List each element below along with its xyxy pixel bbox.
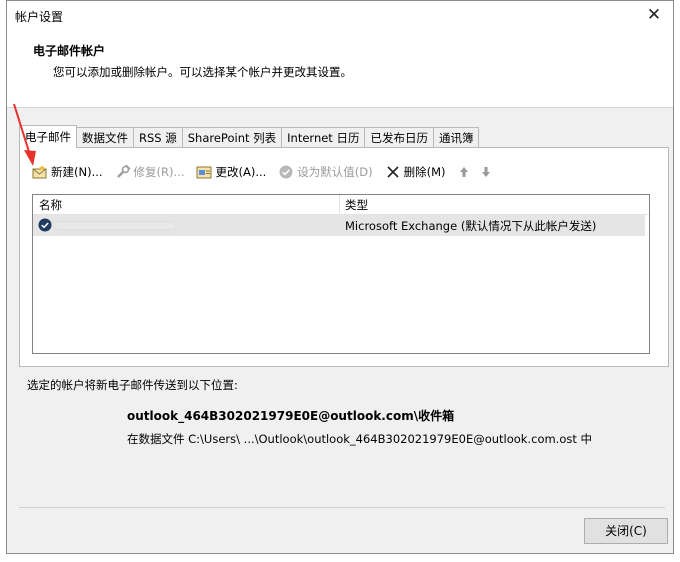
change-account-icon xyxy=(196,166,212,179)
tab-email[interactable]: 电子邮件 xyxy=(19,125,77,148)
column-header-name[interactable]: 名称 xyxy=(39,197,62,213)
redacted-account-name xyxy=(55,223,175,229)
account-list[interactable]: 名称 类型 Microsoft Exchange (默认情况下从此帐户发送) xyxy=(32,194,650,354)
check-circle-icon xyxy=(279,165,293,179)
tab-data-files[interactable]: 数据文件 xyxy=(76,127,134,148)
account-toolbar: 新建(N)... 修复(R)... 更改(A)... 设为默认值(D) 删除(M… xyxy=(32,162,502,182)
repair-button[interactable]: 修复(R)... xyxy=(115,164,185,180)
account-settings-dialog: 帐户设置 ✕ 电子邮件帐户 您可以添加或删除帐户。可以选择某个帐户并更改其设置。… xyxy=(6,0,674,554)
email-tab-panel: 新建(N)... 修复(R)... 更改(A)... 设为默认值(D) 删除(M… xyxy=(19,147,669,367)
new-account-label: 新建(N)... xyxy=(51,165,103,179)
account-type: Microsoft Exchange (默认情况下从此帐户发送) xyxy=(345,219,597,233)
tab-published-calendars[interactable]: 已发布日历 xyxy=(364,127,434,148)
default-account-check-icon xyxy=(38,218,52,232)
column-divider[interactable] xyxy=(339,195,340,213)
close-button[interactable]: 关闭(C) xyxy=(584,518,668,544)
move-down-icon[interactable] xyxy=(480,165,492,179)
set-default-button[interactable]: 设为默认值(D) xyxy=(278,164,373,180)
tab-internet-calendars[interactable]: Internet 日历 xyxy=(281,127,366,148)
wrench-icon xyxy=(116,164,131,178)
tab-sharepoint-lists[interactable]: SharePoint 列表 xyxy=(181,127,283,148)
set-default-label: 设为默认值(D) xyxy=(297,165,373,179)
repair-label: 修复(R)... xyxy=(133,165,185,179)
tab-rss-feeds[interactable]: RSS 源 xyxy=(133,127,183,148)
list-header: 名称 类型 xyxy=(33,195,649,215)
tab-address-books[interactable]: 通讯簿 xyxy=(432,127,480,148)
column-header-type[interactable]: 类型 xyxy=(345,197,368,213)
delivery-location-label: 选定的帐户将新电子邮件传送到以下位置: xyxy=(27,378,238,392)
remove-label: 删除(M) xyxy=(403,165,446,179)
delivery-target-folder: outlook_464B302021979E0E@outlook.com\收件箱 xyxy=(127,409,455,423)
move-up-icon[interactable] xyxy=(458,165,470,179)
change-button[interactable]: 更改(A)... xyxy=(196,164,266,180)
window-title: 帐户设置 xyxy=(15,10,64,24)
section-description: 您可以添加或删除帐户。可以选择某个帐户并更改其设置。 xyxy=(53,65,352,79)
tab-strip: 电子邮件 数据文件 RSS 源 SharePoint 列表 Internet 日… xyxy=(19,125,480,148)
account-row[interactable]: Microsoft Exchange (默认情况下从此帐户发送) xyxy=(33,215,645,236)
change-label: 更改(A)... xyxy=(215,165,267,179)
footer-divider xyxy=(19,507,665,508)
delete-x-icon xyxy=(387,166,399,178)
delivery-data-file-path: 在数据文件 C:\Users\ ...\Outlook\outlook_464B… xyxy=(127,432,593,446)
close-icon[interactable]: ✕ xyxy=(645,6,663,24)
remove-button[interactable]: 删除(M) xyxy=(385,164,446,180)
new-mail-icon xyxy=(32,165,47,179)
dialog-header: 帐户设置 ✕ 电子邮件帐户 您可以添加或删除帐户。可以选择某个帐户并更改其设置。 xyxy=(7,1,673,108)
new-account-button[interactable]: 新建(N)... xyxy=(32,164,103,180)
section-title: 电子邮件帐户 xyxy=(33,44,106,58)
